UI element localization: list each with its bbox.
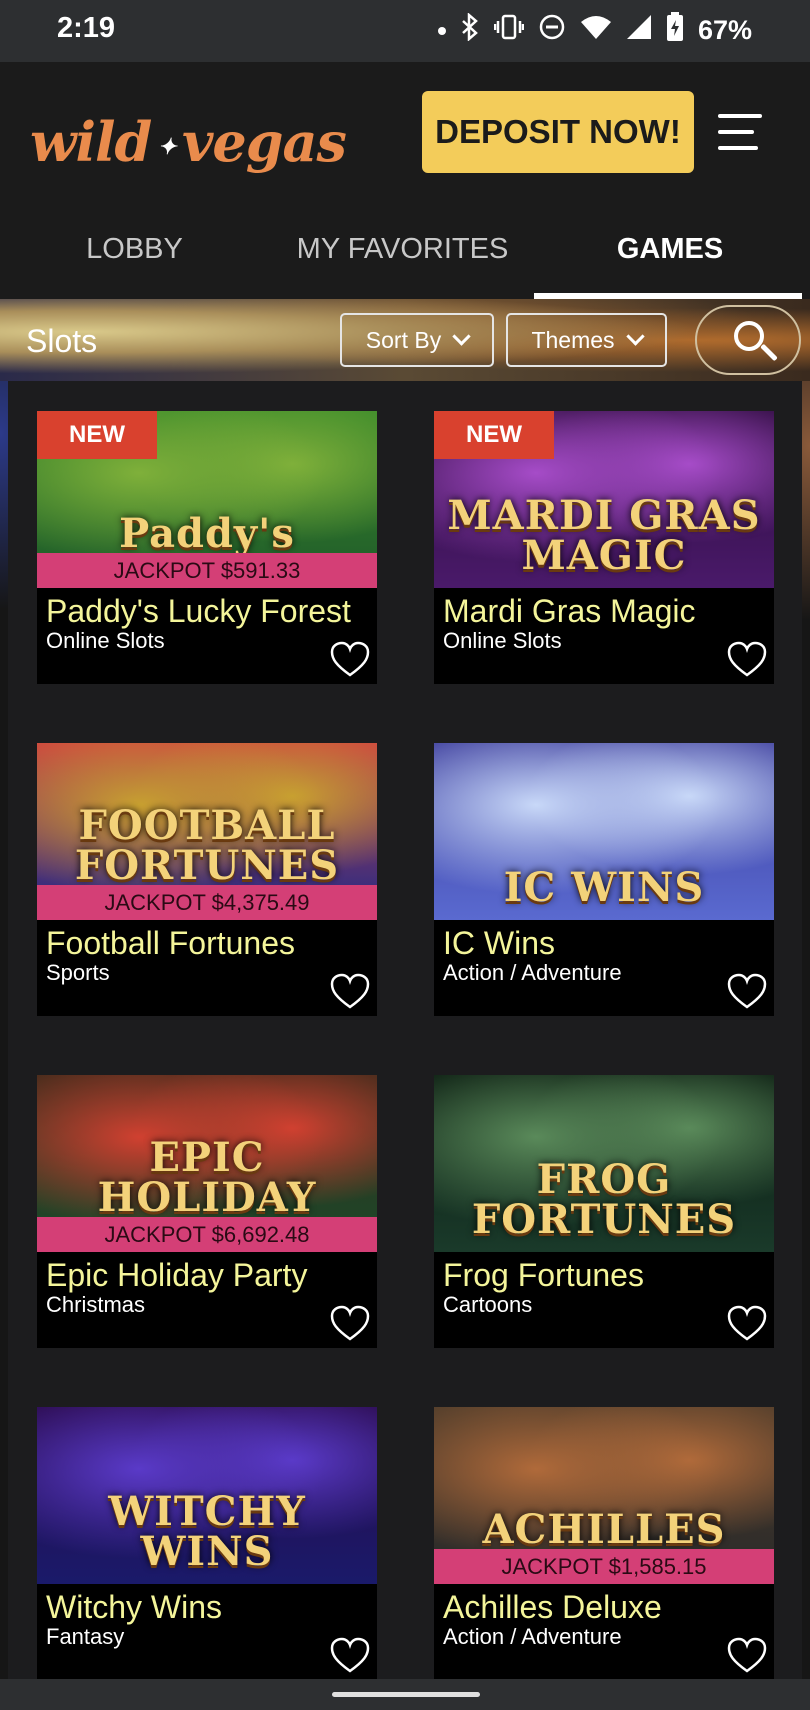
- game-title[interactable]: Epic Holiday Party: [46, 1257, 307, 1294]
- logo-word-right: vegas: [182, 110, 347, 174]
- game-art-title: EPIC HOLIDAY: [97, 1134, 317, 1221]
- game-title[interactable]: Mardi Gras Magic: [443, 593, 696, 630]
- game-art-title: MARDI GRAS MAGIC: [447, 492, 761, 579]
- favorite-heart-icon[interactable]: [727, 1637, 767, 1675]
- game-card[interactable]: ACHILLES JACKPOT $1,585.15 Achilles Deluxe…: [434, 1407, 774, 1679]
- game-category: Online Slots: [46, 628, 165, 653]
- game-thumbnail[interactable]: IC WINS: [434, 743, 774, 920]
- status-time: 2:19: [57, 12, 116, 44]
- game-card[interactable]: Paddy's NEW JACKPOT $591.33 Paddy's Lucky F…: [37, 411, 377, 684]
- themes-label: Themes: [531, 326, 615, 353]
- game-thumbnail[interactable]: WITCHY WINS: [37, 1407, 377, 1584]
- game-category: Cartoons: [443, 1292, 533, 1317]
- themes-dropdown[interactable]: Themes: [506, 313, 667, 367]
- sort-by-label: Sort By: [365, 326, 442, 353]
- tab-lobby[interactable]: LOBBY: [47, 228, 222, 299]
- games-grid: Paddy's NEW JACKPOT $591.33 Paddy's Lucky F…: [8, 381, 802, 1679]
- logo[interactable]: wild ✦ vegas: [30, 110, 347, 174]
- chevron-down-icon: [625, 327, 645, 346]
- game-art-title: FOOTBALL FORTUNES: [74, 802, 340, 889]
- battery-icon: [666, 12, 684, 49]
- dnd-icon: [538, 13, 566, 48]
- game-title[interactable]: Frog Fortunes: [443, 1257, 644, 1294]
- jackpot-banner: JACKPOT $6,692.48: [37, 1217, 377, 1252]
- status-icons: 67%: [437, 12, 752, 49]
- game-category: Christmas: [46, 1292, 146, 1317]
- game-category: Action / Adventure: [443, 1624, 622, 1649]
- new-badge: NEW: [37, 411, 157, 459]
- gesture-handle[interactable]: [332, 1692, 480, 1697]
- signal-icon: [626, 14, 652, 47]
- game-category: Sports: [46, 960, 110, 985]
- game-card[interactable]: FOOTBALL FORTUNES JACKPOT $4,375.49 Footba…: [37, 743, 377, 1016]
- game-title[interactable]: IC Wins: [443, 925, 555, 962]
- game-card[interactable]: MARDI GRAS MAGIC NEW Mardi Gras Magic Onlin…: [434, 411, 774, 684]
- logo-word-left: wild: [30, 110, 152, 174]
- game-thumbnail[interactable]: FROG FORTUNES: [434, 1075, 774, 1252]
- filter-bar: Slots Sort By Themes: [0, 299, 810, 381]
- jackpot-banner: JACKPOT $1,585.15: [434, 1549, 774, 1584]
- game-art-title: FROG FORTUNES: [471, 1156, 737, 1243]
- game-card[interactable]: FROG FORTUNES Frog Fortunes Cartoons: [434, 1075, 774, 1348]
- game-card[interactable]: WITCHY WINS Witchy Wins Fantasy: [37, 1407, 377, 1679]
- game-art-title: ACHILLES: [482, 1506, 726, 1553]
- game-art-title: Paddy's: [119, 510, 295, 557]
- search-button[interactable]: [695, 305, 801, 375]
- page-title: Slots: [26, 323, 98, 359]
- favorite-heart-icon[interactable]: [330, 1637, 370, 1675]
- game-card[interactable]: EPIC HOLIDAY JACKPOT $6,692.48 Epic Holida…: [37, 1075, 377, 1348]
- favorite-heart-icon[interactable]: [330, 973, 370, 1011]
- tab-my-favorites[interactable]: MY FAVORITES: [290, 228, 515, 299]
- new-badge: NEW: [434, 411, 554, 459]
- favorite-heart-icon[interactable]: [330, 1305, 370, 1343]
- game-category: Fantasy: [46, 1624, 125, 1649]
- main-tabs: LOBBY MY FAVORITES GAMES: [0, 228, 810, 299]
- bluetooth-icon: [460, 12, 480, 48]
- battery-percent: 67%: [697, 15, 752, 45]
- game-title[interactable]: Achilles Deluxe: [443, 1589, 662, 1626]
- favorite-heart-icon[interactable]: [727, 973, 767, 1011]
- jackpot-banner: JACKPOT $4,375.49: [37, 885, 377, 920]
- chevron-down-icon: [452, 327, 471, 346]
- star-icon: ✦: [151, 133, 183, 160]
- dot-icon: [437, 26, 446, 35]
- game-category: Online Slots: [443, 628, 562, 653]
- jackpot-banner: JACKPOT $591.33: [37, 553, 377, 588]
- game-art-title: IC WINS: [503, 864, 705, 911]
- game-card[interactable]: IC WINS IC Wins Action / Adventure: [434, 743, 774, 1016]
- game-title[interactable]: Witchy Wins: [46, 1589, 222, 1626]
- hamburger-menu-icon[interactable]: [718, 114, 762, 154]
- game-art-title: WITCHY WINS: [108, 1488, 306, 1575]
- favorite-heart-icon[interactable]: [727, 641, 767, 679]
- status-bar: 2:19 67%: [0, 0, 810, 62]
- deposit-now-button[interactable]: DEPOSIT NOW!: [422, 91, 694, 173]
- tab-games[interactable]: GAMES: [580, 228, 760, 299]
- favorite-heart-icon[interactable]: [330, 641, 370, 679]
- game-category: Action / Adventure: [443, 960, 622, 985]
- wifi-icon: [580, 14, 612, 47]
- game-title[interactable]: Football Fortunes: [46, 925, 295, 962]
- sort-by-dropdown[interactable]: Sort By: [340, 313, 494, 367]
- vibrate-icon: [493, 14, 525, 47]
- favorite-heart-icon[interactable]: [727, 1305, 767, 1343]
- game-title[interactable]: Paddy's Lucky Forest: [46, 593, 351, 630]
